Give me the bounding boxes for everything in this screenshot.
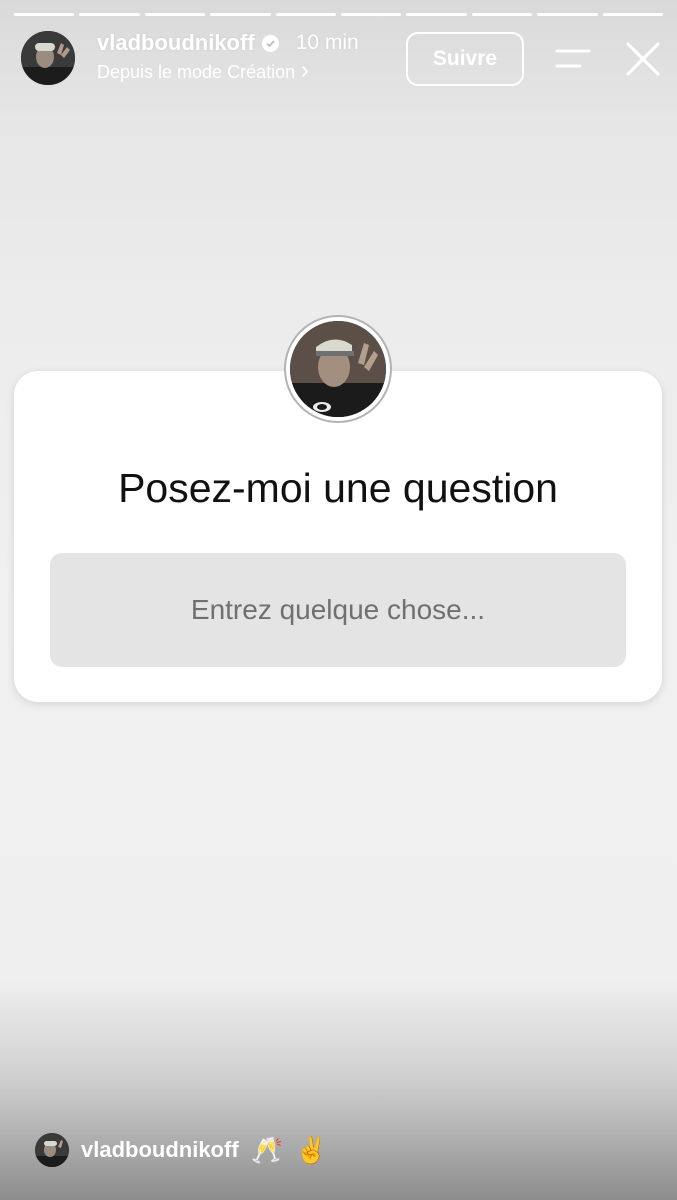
progress-segment — [602, 13, 664, 16]
mention-footer[interactable]: vladboudnikoff 🥂 ✌️ — [35, 1133, 327, 1167]
progress-segment — [79, 13, 140, 16]
verified-badge-icon — [261, 34, 279, 52]
avatar[interactable] — [21, 31, 75, 85]
sticker-avatar — [290, 321, 386, 417]
creation-mode-link[interactable]: Depuis le mode Création — [97, 62, 309, 83]
story-progress-bar — [14, 13, 664, 17]
close-icon[interactable] — [624, 40, 662, 78]
creation-mode-label: Depuis le mode Création — [97, 62, 296, 82]
chevron-right-icon — [301, 62, 309, 83]
user-line: vladboudnikoff 10 min — [97, 30, 359, 56]
post-time: 10 min — [295, 31, 359, 54]
username[interactable]: vladboudnikoff — [97, 30, 255, 56]
story-header: vladboudnikoff 10 min Depuis le mode Cré… — [0, 30, 677, 90]
progress-segment — [471, 13, 533, 16]
mention-username: vladboudnikoff — [81, 1137, 239, 1162]
progress-segment — [406, 13, 467, 16]
follow-button[interactable]: Suivre — [406, 32, 524, 86]
answer-input[interactable] — [50, 553, 626, 667]
progress-segment — [537, 13, 598, 16]
question-title: Posez-moi une question — [118, 465, 558, 511]
sticker-avatar-ring — [284, 315, 392, 423]
victory-hand-emoji: ✌️ — [295, 1135, 328, 1165]
mention-avatar — [35, 1133, 69, 1167]
progress-segment — [275, 13, 337, 16]
progress-segment — [14, 13, 75, 16]
menu-lines-icon[interactable] — [554, 46, 592, 72]
champagne-emoji: 🥂 — [250, 1135, 284, 1165]
progress-segment — [341, 13, 402, 16]
progress-segment — [144, 13, 206, 16]
progress-segment — [210, 13, 271, 16]
